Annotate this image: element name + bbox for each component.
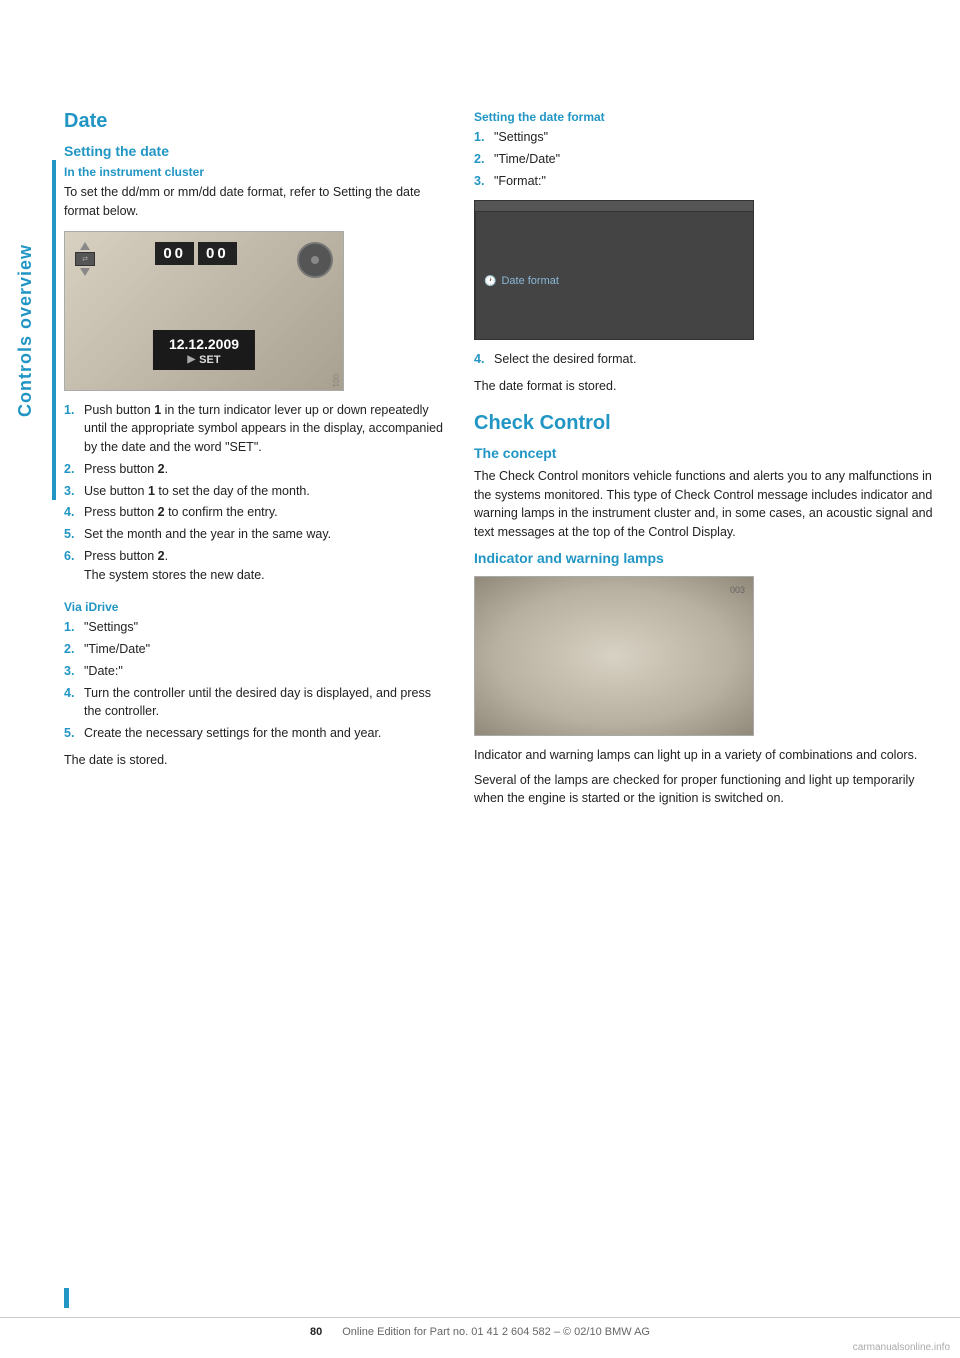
- instrument-steps-list: 1. Push button 1 in the turn indicator l…: [64, 401, 444, 585]
- set-label: ▶ SET: [169, 352, 239, 366]
- left-column: Date Setting the date In the instrument …: [64, 110, 444, 814]
- digit-display-1: 00: [155, 242, 194, 265]
- list-item: 3. Use button 1 to set the day of the mo…: [64, 482, 444, 501]
- sidebar-text: Controls overview: [16, 243, 37, 416]
- page-container: Controls overview Date Setting the date …: [0, 0, 960, 1358]
- date-format-steps-list: 1. "Settings" 2. "Time/Date" 3. "Format:…: [474, 128, 944, 190]
- nav-arrows: ⇄: [75, 242, 95, 276]
- list-item: 4. Select the desired format.: [474, 350, 944, 369]
- list-item: 1. "Settings": [64, 618, 444, 637]
- arrow-up-icon: [80, 242, 90, 250]
- list-item: 4. Turn the controller until the desired…: [64, 684, 444, 722]
- page-footer: 80 Online Edition for Part no. 01 41 2 6…: [0, 1317, 960, 1338]
- date-stored-note: The date is stored.: [64, 751, 444, 770]
- via-idrive-title: Via iDrive: [64, 600, 444, 614]
- concept-title: The concept: [474, 445, 944, 461]
- date-display: 12.12.2009 ▶ SET: [153, 330, 255, 370]
- dashboard-diagram: 003: [474, 576, 754, 736]
- indicator-warning-title: Indicator and warning lamps: [474, 550, 944, 566]
- two-column-layout: Date Setting the date In the instrument …: [64, 110, 944, 814]
- footer-blue-bar: [64, 1288, 69, 1308]
- speedometer-icon: [297, 242, 333, 278]
- setting-date-format-title: Setting the date format: [474, 110, 944, 124]
- screen-title-bar: 🕐 Date format: [475, 211, 754, 340]
- watermark: 001: [331, 374, 340, 387]
- screen-title: Date format: [501, 275, 558, 287]
- date-format-stored-note: The date format is stored.: [474, 377, 944, 396]
- site-watermark: carmanualsonline.info: [853, 1342, 950, 1353]
- setting-date-title: Setting the date: [64, 143, 444, 159]
- page-number: 80: [310, 1326, 322, 1338]
- indicator-text-1: Indicator and warning lamps can light up…: [474, 746, 944, 765]
- instrument-cluster-intro: To set the dd/mm or mm/dd date format, r…: [64, 183, 444, 221]
- instrument-cluster-subtitle: In the instrument cluster: [64, 165, 444, 179]
- right-column: Setting the date format 1. "Settings" 2.…: [474, 110, 944, 814]
- sidebar-label: Controls overview: [0, 160, 52, 500]
- list-item: 2. Press button 2.: [64, 460, 444, 479]
- instrument-cluster-diagram: ⇄ 00 00 12.12.: [64, 231, 344, 391]
- indicator-text-2: Several of the lamps are checked for pro…: [474, 771, 944, 809]
- diagram-top-area: ⇄ 00 00: [75, 242, 333, 278]
- date-format-step4-list: 4. Select the desired format.: [474, 350, 944, 369]
- list-item: 4. Press button 2 to confirm the entry.: [64, 503, 444, 522]
- copyright-text: Online Edition for Part no. 01 41 2 604 …: [342, 1326, 650, 1338]
- list-item: 2. "Time/Date": [64, 640, 444, 659]
- list-item: 2. "Time/Date": [474, 150, 944, 169]
- date-section-title: Date: [64, 110, 444, 133]
- blue-vertical-strip: [52, 160, 56, 500]
- list-item: 5. Create the necessary settings for the…: [64, 724, 444, 743]
- arrow-down-icon: [80, 268, 90, 276]
- date-format-screen: 🕐 Date format ◀ dd.mm.yyyy mm/dd/yyyy: [474, 200, 754, 340]
- concept-text: The Check Control monitors vehicle funct…: [474, 467, 944, 542]
- list-item: 5. Set the month and the year in the sam…: [64, 525, 444, 544]
- list-item: 3. "Date:": [64, 662, 444, 681]
- check-control-section: Check Control The concept The Check Cont…: [474, 412, 944, 808]
- list-item: 1. "Settings": [474, 128, 944, 147]
- diagram-watermark: 003: [730, 585, 745, 595]
- date-value: 12.12.2009: [169, 336, 239, 352]
- list-item: 3. "Format:": [474, 172, 944, 191]
- digit-displays: 00 00: [155, 242, 236, 265]
- check-control-title: Check Control: [474, 412, 944, 435]
- via-idrive-steps-list: 1. "Settings" 2. "Time/Date" 3. "Date:" …: [64, 618, 444, 743]
- main-content: Date Setting the date In the instrument …: [64, 110, 944, 814]
- digit-display-2: 00: [198, 242, 237, 265]
- list-item: 6. Press button 2. The system stores the…: [64, 547, 444, 585]
- list-item: 1. Push button 1 in the turn indicator l…: [64, 401, 444, 457]
